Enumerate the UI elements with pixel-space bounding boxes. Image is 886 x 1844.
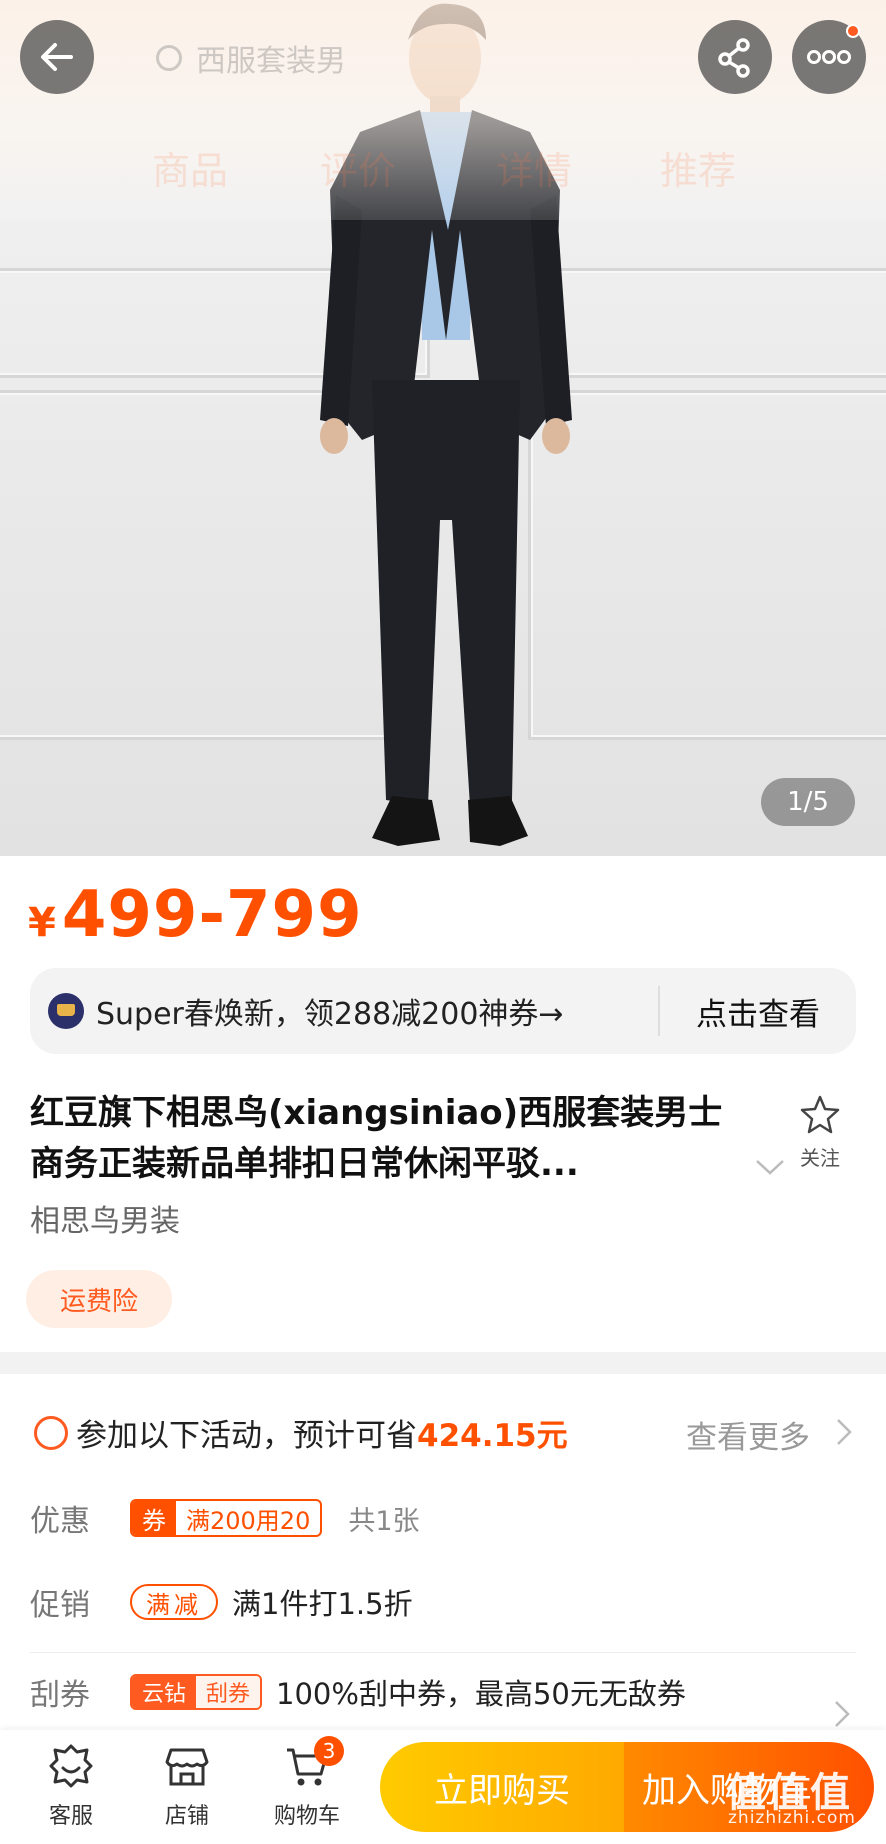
customer-service-icon — [49, 1744, 93, 1788]
savings-icon — [34, 1415, 68, 1450]
view-more-link[interactable]: 查看更多 — [686, 1412, 810, 1457]
store-label: 店铺 — [164, 1804, 209, 1829]
gallery-counter: 1/5 — [761, 778, 855, 826]
promo-banner[interactable]: Super春焕新，领288减200神券→ 点击查看 — [30, 968, 856, 1054]
scratch-tag: 云钻 刮券 — [130, 1674, 263, 1710]
star-icon — [800, 1095, 840, 1134]
favorite-button[interactable]: 关注 — [790, 1094, 850, 1171]
promo-view-button[interactable]: 点击查看 — [660, 989, 856, 1034]
price-range: 499-799 — [61, 878, 363, 952]
customer-service-button[interactable]: 客服 — [26, 1742, 116, 1830]
tab-reviews[interactable]: 评价 — [320, 140, 396, 195]
cart-button[interactable]: 3 购物车 — [262, 1736, 352, 1830]
tab-details[interactable]: 详情 — [496, 140, 572, 195]
scratch-tag-coupon: 刮券 — [196, 1676, 261, 1708]
promo-text: Super春焕新，领288减200神券→ — [96, 997, 564, 1032]
price: ¥ 499-799 — [28, 878, 363, 952]
search-placeholder: 西服套装男 — [196, 44, 346, 79]
share-button[interactable] — [698, 20, 772, 94]
product-info-card: ¥ 499-799 Super春焕新，领288减200神券→ 点击查看 红豆旗下… — [0, 856, 886, 1352]
search-bar[interactable]: 西服套装男 — [140, 30, 560, 86]
notification-dot — [846, 24, 860, 38]
crown-icon — [48, 993, 84, 1029]
customer-service-label: 客服 — [48, 1804, 93, 1829]
discount-row[interactable]: 优惠 券 满200用20 共1张 — [30, 1496, 420, 1540]
scratch-text: 100%刮中券，最高50元无敌券 — [276, 1677, 686, 1711]
favorite-label: 关注 — [800, 1146, 840, 1170]
shop-name[interactable]: 相思鸟男装 — [30, 1196, 180, 1240]
promotion-label: 促销 — [30, 1588, 90, 1623]
currency-symbol: ¥ — [28, 900, 56, 946]
scratch-tag-cloud: 云钻 — [132, 1676, 197, 1708]
savings-amount: 424.15元 — [417, 1418, 568, 1454]
product-image-gallery[interactable]: 西服套装男 商品 评价 详情 推荐 1/5 — [0, 0, 886, 856]
chevron-right-icon — [837, 1419, 852, 1445]
cart-label: 购物车 — [273, 1804, 340, 1829]
discount-label: 优惠 — [30, 1504, 90, 1539]
activities-header[interactable]: 参加以下活动，预计可省 424.15元 查看更多 — [34, 1410, 854, 1457]
buy-now-button[interactable]: 立即购买 — [380, 1742, 624, 1832]
coupon-count: 共1张 — [348, 1505, 420, 1537]
product-title: 红豆旗下相思鸟(xiangsiniao)西服套装男士商务正装新品单排扣日常休闲平… — [30, 1093, 723, 1184]
tab-product[interactable]: 商品 — [152, 140, 228, 195]
shipping-insurance-tag: 运费险 — [26, 1270, 172, 1328]
chevron-right-icon[interactable] — [832, 1698, 852, 1730]
more-icon — [807, 50, 851, 64]
scratch-label: 刮券 — [30, 1678, 90, 1713]
promotion-text: 满1件打1.5折 — [232, 1587, 413, 1621]
watermark: 值值值 zhizhizhi.com — [726, 1760, 876, 1840]
watermark-url: zhizhizhi.com — [728, 1808, 856, 1828]
chevron-down-icon[interactable] — [753, 1156, 787, 1178]
coupon-tag: 券 — [132, 1501, 176, 1535]
header-tabs: 商品 评价 详情 推荐 — [0, 140, 886, 200]
store-button[interactable]: 店铺 — [142, 1742, 232, 1830]
coupon-text: 满200用20 — [186, 1506, 311, 1535]
promotion-row[interactable]: 促销 满减 满1件打1.5折 — [30, 1580, 413, 1624]
promotion-tag: 满减 — [130, 1584, 218, 1620]
divider — [30, 1652, 856, 1653]
back-button[interactable] — [20, 20, 94, 94]
tab-recommend[interactable]: 推荐 — [660, 140, 736, 195]
activities-lead: 参加以下活动，预计可省 — [76, 1418, 417, 1454]
share-icon — [718, 38, 750, 78]
search-icon — [156, 45, 182, 71]
scratch-row[interactable]: 刮券 云钻 刮券 100%刮中券，最高50元无敌券 — [30, 1670, 686, 1714]
more-button[interactable] — [792, 20, 866, 94]
arrow-left-icon — [41, 43, 73, 71]
store-icon — [165, 1748, 209, 1786]
coupon-chip[interactable]: 券 满200用20 — [130, 1499, 323, 1537]
cart-count-badge: 3 — [314, 1736, 344, 1766]
